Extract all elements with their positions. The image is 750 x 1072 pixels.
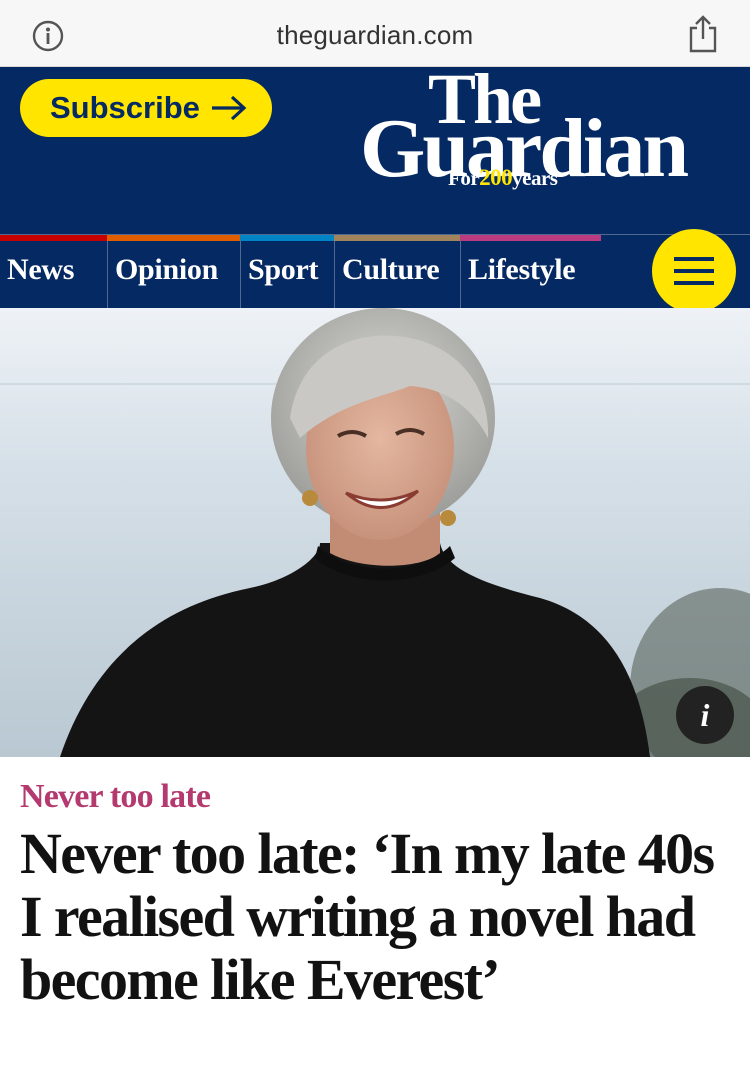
nav-item-sport[interactable]: Sport: [240, 235, 334, 309]
nav-item-opinion[interactable]: Opinion: [107, 235, 240, 309]
nav-color-bar: [334, 235, 460, 241]
guardian-logo[interactable]: The Guardian For200years: [360, 63, 720, 197]
nav-label: Lifestyle: [468, 253, 576, 286]
tagline-suffix: years: [512, 166, 558, 190]
subscribe-button[interactable]: Subscribe: [20, 79, 272, 137]
nav-label: News: [7, 253, 75, 286]
url-text[interactable]: theguardian.com: [0, 20, 750, 51]
nav-item-culture[interactable]: Culture: [334, 235, 460, 309]
share-icon[interactable]: [686, 14, 720, 54]
tagline-prefix: For: [448, 166, 480, 190]
nav-color-bar: [240, 235, 334, 241]
nav-label: Sport: [248, 253, 319, 286]
menu-line: [674, 269, 714, 273]
main-navigation: News Opinion Sport Culture Lifestyle: [0, 229, 750, 313]
article-kicker[interactable]: Never too late: [20, 778, 211, 816]
hamburger-menu-icon[interactable]: [652, 229, 736, 313]
portrait-illustration: [0, 308, 750, 757]
nav-item-news[interactable]: News: [0, 235, 107, 309]
nav-label: Culture: [342, 253, 440, 286]
nav-label: Opinion: [115, 253, 218, 286]
browser-address-bar: theguardian.com: [0, 0, 750, 67]
nav-color-bar: [460, 235, 601, 241]
tagline-number: 200: [479, 165, 513, 190]
nav-color-bar: [0, 235, 107, 241]
nav-color-bar: [107, 235, 240, 241]
article-headline: Never too late: ‘In my late 40s I realis…: [20, 821, 715, 1012]
menu-line: [674, 257, 714, 261]
subscribe-label: Subscribe: [50, 90, 200, 125]
guardian-header: Subscribe The Guardian For200years News …: [0, 63, 750, 313]
image-caption-info-button[interactable]: i: [676, 686, 734, 744]
menu-line: [674, 281, 714, 285]
nav-item-lifestyle[interactable]: Lifestyle: [460, 235, 601, 309]
hero-image: i: [0, 308, 750, 757]
logo-tagline: For200years: [448, 165, 558, 190]
arrow-right-icon: [211, 95, 247, 121]
